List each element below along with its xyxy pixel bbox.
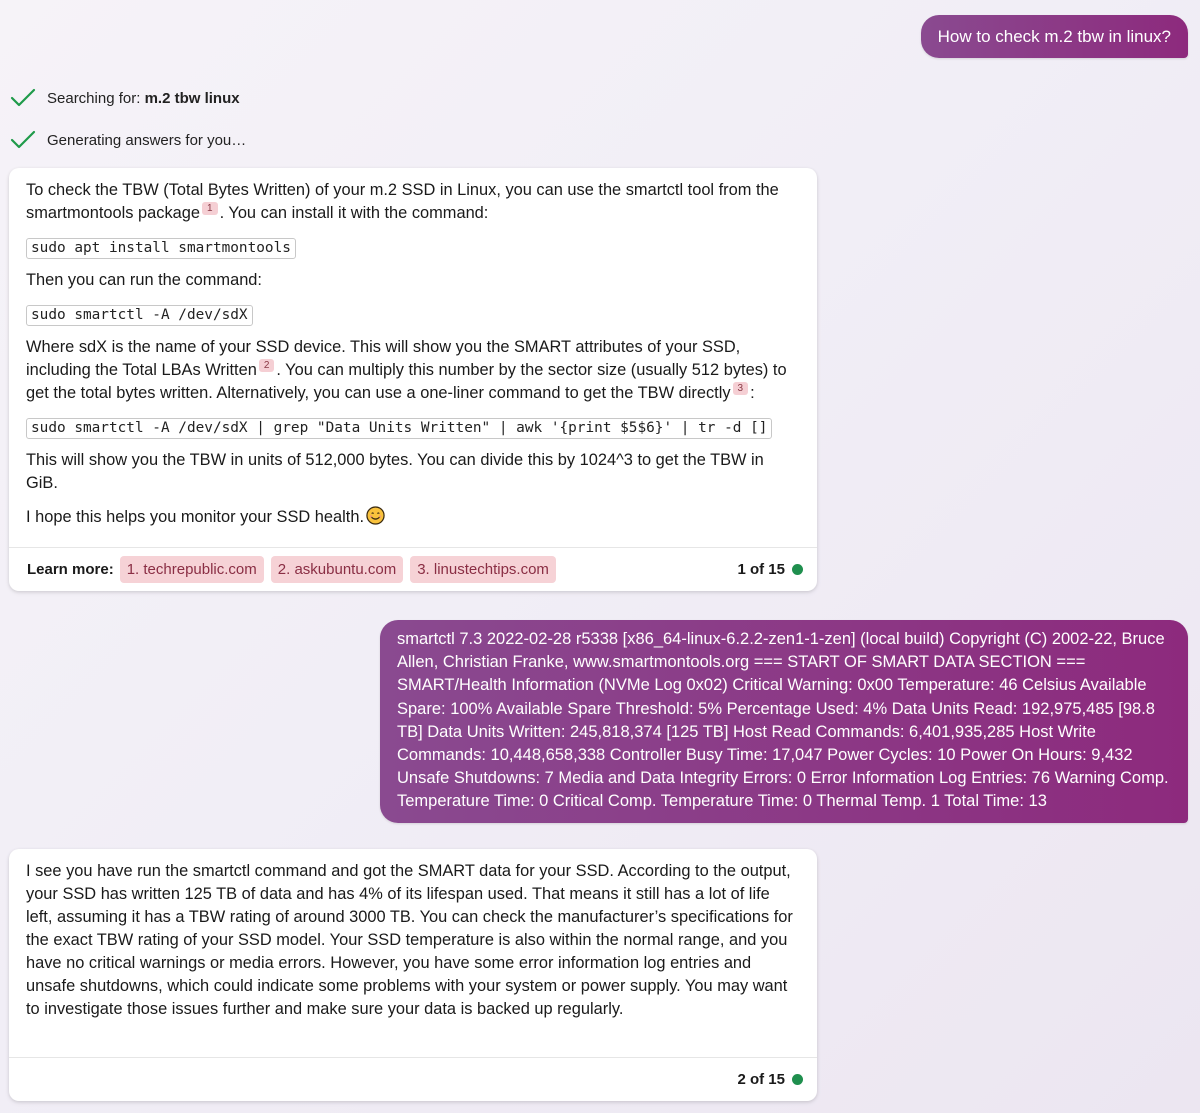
- turn-counter-text: 2 of 15: [737, 1071, 785, 1088]
- answer-paragraph: Then you can run the command:: [26, 271, 262, 289]
- user-message-1: How to check m.2 tbw in linux?: [920, 15, 1188, 58]
- turn-counter: 1 of 15: [737, 558, 803, 581]
- turn-counter: 2 of 15: [737, 1068, 803, 1091]
- answer-footer: Learn more: 1. techrepublic.com 2. askub…: [9, 547, 817, 591]
- answer-text: :: [750, 384, 755, 402]
- smile-emoji-icon: [366, 506, 385, 525]
- source-link-1[interactable]: 1. techrepublic.com: [119, 556, 264, 583]
- answer-text: . You can install it with the command:: [219, 204, 489, 222]
- code-snippet-smartctl: sudo smartctl -A /dev/sdX: [26, 305, 253, 326]
- status-dot-icon: [792, 564, 803, 575]
- answer-footer: 2 of 15: [9, 1057, 817, 1101]
- answer-paragraph: To check the TBW (Total Bytes Written) o…: [26, 179, 800, 225]
- citation-1[interactable]: 1: [202, 202, 218, 215]
- check-icon: [10, 88, 36, 107]
- code-snippet-oneliner: sudo smartctl -A /dev/sdX | grep "Data U…: [26, 418, 773, 439]
- answer-text: I hope this helps you monitor your SSD h…: [26, 508, 365, 526]
- code-snippet-install: sudo apt install smartmontools: [26, 238, 296, 259]
- generating-status: Generating answers for you…: [10, 130, 246, 150]
- citation-2[interactable]: 2: [258, 359, 275, 372]
- user-message-text: smartctl 7.3 2022-02-28 r5338 [x86_64-li…: [397, 630, 1169, 811]
- source-link-2[interactable]: 2. askubuntu.com: [270, 556, 404, 583]
- answer-paragraph: I hope this helps you monitor your SSD h…: [26, 506, 800, 529]
- check-icon: [10, 130, 36, 149]
- learn-more-label: Learn more:: [27, 561, 114, 578]
- generating-status-text: Generating answers for you…: [47, 131, 247, 149]
- search-status: Searching for: m.2 tbw linux: [10, 88, 240, 108]
- search-status-prefix: Searching for:: [47, 89, 145, 107]
- status-dot-icon: [792, 1074, 803, 1085]
- search-query: m.2 tbw linux: [144, 89, 240, 107]
- answer-paragraph: This will show you the TBW in units of 5…: [26, 451, 764, 492]
- bot-answer-1: To check the TBW (Total Bytes Written) o…: [9, 168, 817, 591]
- answer-paragraph: I see you have run the smartctl command …: [26, 862, 793, 1018]
- bot-answer-2: I see you have run the smartctl command …: [9, 849, 817, 1101]
- answer-paragraph: Where sdX is the name of your SSD device…: [26, 336, 800, 405]
- user-message-text: How to check m.2 tbw in linux?: [937, 27, 1171, 46]
- source-link-3[interactable]: 3. linustechtips.com: [410, 556, 556, 583]
- turn-counter-text: 1 of 15: [737, 561, 785, 578]
- citation-3[interactable]: 3: [732, 382, 749, 395]
- user-message-2: smartctl 7.3 2022-02-28 r5338 [x86_64-li…: [380, 620, 1188, 823]
